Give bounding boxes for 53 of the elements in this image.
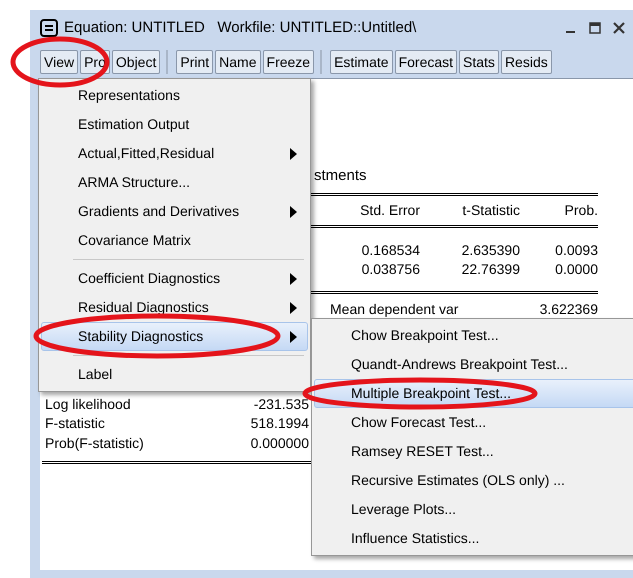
stat-value: 518.1994 (250, 414, 309, 433)
stat-value: 0.000000 (250, 434, 309, 452)
menu-item[interactable]: Label (41, 360, 308, 389)
table-cell-text: 2.635390 (460, 241, 520, 260)
table-cell-text: 0.038756 (360, 260, 420, 279)
column-header: t-Statistic (461, 201, 520, 220)
menu-item[interactable]: Actual,Fitted,Residual (41, 139, 308, 168)
toolbar-button[interactable]: Object (112, 50, 160, 74)
column-header: Prob. (564, 201, 598, 220)
menu-item[interactable]: Ramsey RESET Test... (314, 437, 633, 466)
stat-label: F-statistic (45, 414, 106, 433)
table-cell-text: 0.168534 (360, 241, 420, 260)
menu-item[interactable]: Chow Breakpoint Test... (314, 321, 633, 350)
menu-item[interactable]: Chow Forecast Test... (314, 408, 633, 437)
menu-item[interactable]: Recursive Estimates (OLS only) ... (314, 466, 633, 495)
stat-label: Mean dependent var (330, 300, 458, 319)
submenu-arrow-icon (290, 206, 297, 218)
menu-item[interactable]: Representations (41, 81, 308, 110)
menu-item[interactable]: Covariance Matrix (41, 226, 308, 255)
stat-value: 3.622369 (540, 300, 598, 319)
menu-item[interactable]: Influence Statistics... (314, 524, 633, 553)
stat-label: Log likelihood (45, 394, 132, 414)
window-title: Equation: UNTITLED Workfile: UNTITLED::Untitled\ (64, 18, 416, 38)
table-cell-text: 0.0000 (554, 260, 598, 279)
toolbar-button[interactable]: Name (215, 50, 261, 74)
toolbar-button[interactable]: Freeze (262, 50, 314, 74)
submenu-arrow-icon (290, 302, 297, 314)
section-heading: stments (314, 166, 368, 186)
stat-value: -231.535 (252, 394, 309, 414)
window-menu-icon[interactable] (40, 19, 58, 37)
submenu-arrow-icon (290, 148, 297, 160)
menu-item[interactable]: Coefficient Diagnostics (41, 264, 308, 293)
toolbar-button[interactable]: Print (176, 50, 214, 74)
menu-item[interactable]: Leverage Plots... (314, 495, 633, 524)
toolbar-button[interactable]: Estimate (330, 50, 393, 74)
menu-item[interactable]: Residual Diagnostics (41, 293, 308, 322)
submenu-arrow-icon (290, 272, 297, 284)
menu-item[interactable]: Gradients and Derivatives (41, 197, 308, 226)
toolbar-button[interactable]: View (40, 50, 78, 74)
table-cell-text: 22.76399 (460, 260, 520, 279)
close-icon[interactable] (613, 22, 625, 34)
toolbar-button[interactable]: Resids (500, 50, 552, 74)
toolbar-button[interactable]: Stats (459, 50, 499, 74)
stat-label: Prob(F-statistic) (45, 434, 145, 453)
toolbar-button[interactable]: Forecast (394, 50, 458, 74)
column-header: Std. Error (359, 201, 420, 220)
menu-item[interactable]: Estimation Output (41, 110, 308, 139)
menu-item[interactable]: Stability Diagnostics (41, 322, 308, 351)
menu-item[interactable]: Quandt-Andrews Breakpoint Test... (314, 350, 633, 379)
submenu-arrow-icon (290, 330, 297, 342)
table-cell-text: 0.0093 (554, 241, 598, 260)
maximize-icon[interactable] (589, 22, 601, 34)
menu-item[interactable]: ARMA Structure... (41, 168, 308, 197)
